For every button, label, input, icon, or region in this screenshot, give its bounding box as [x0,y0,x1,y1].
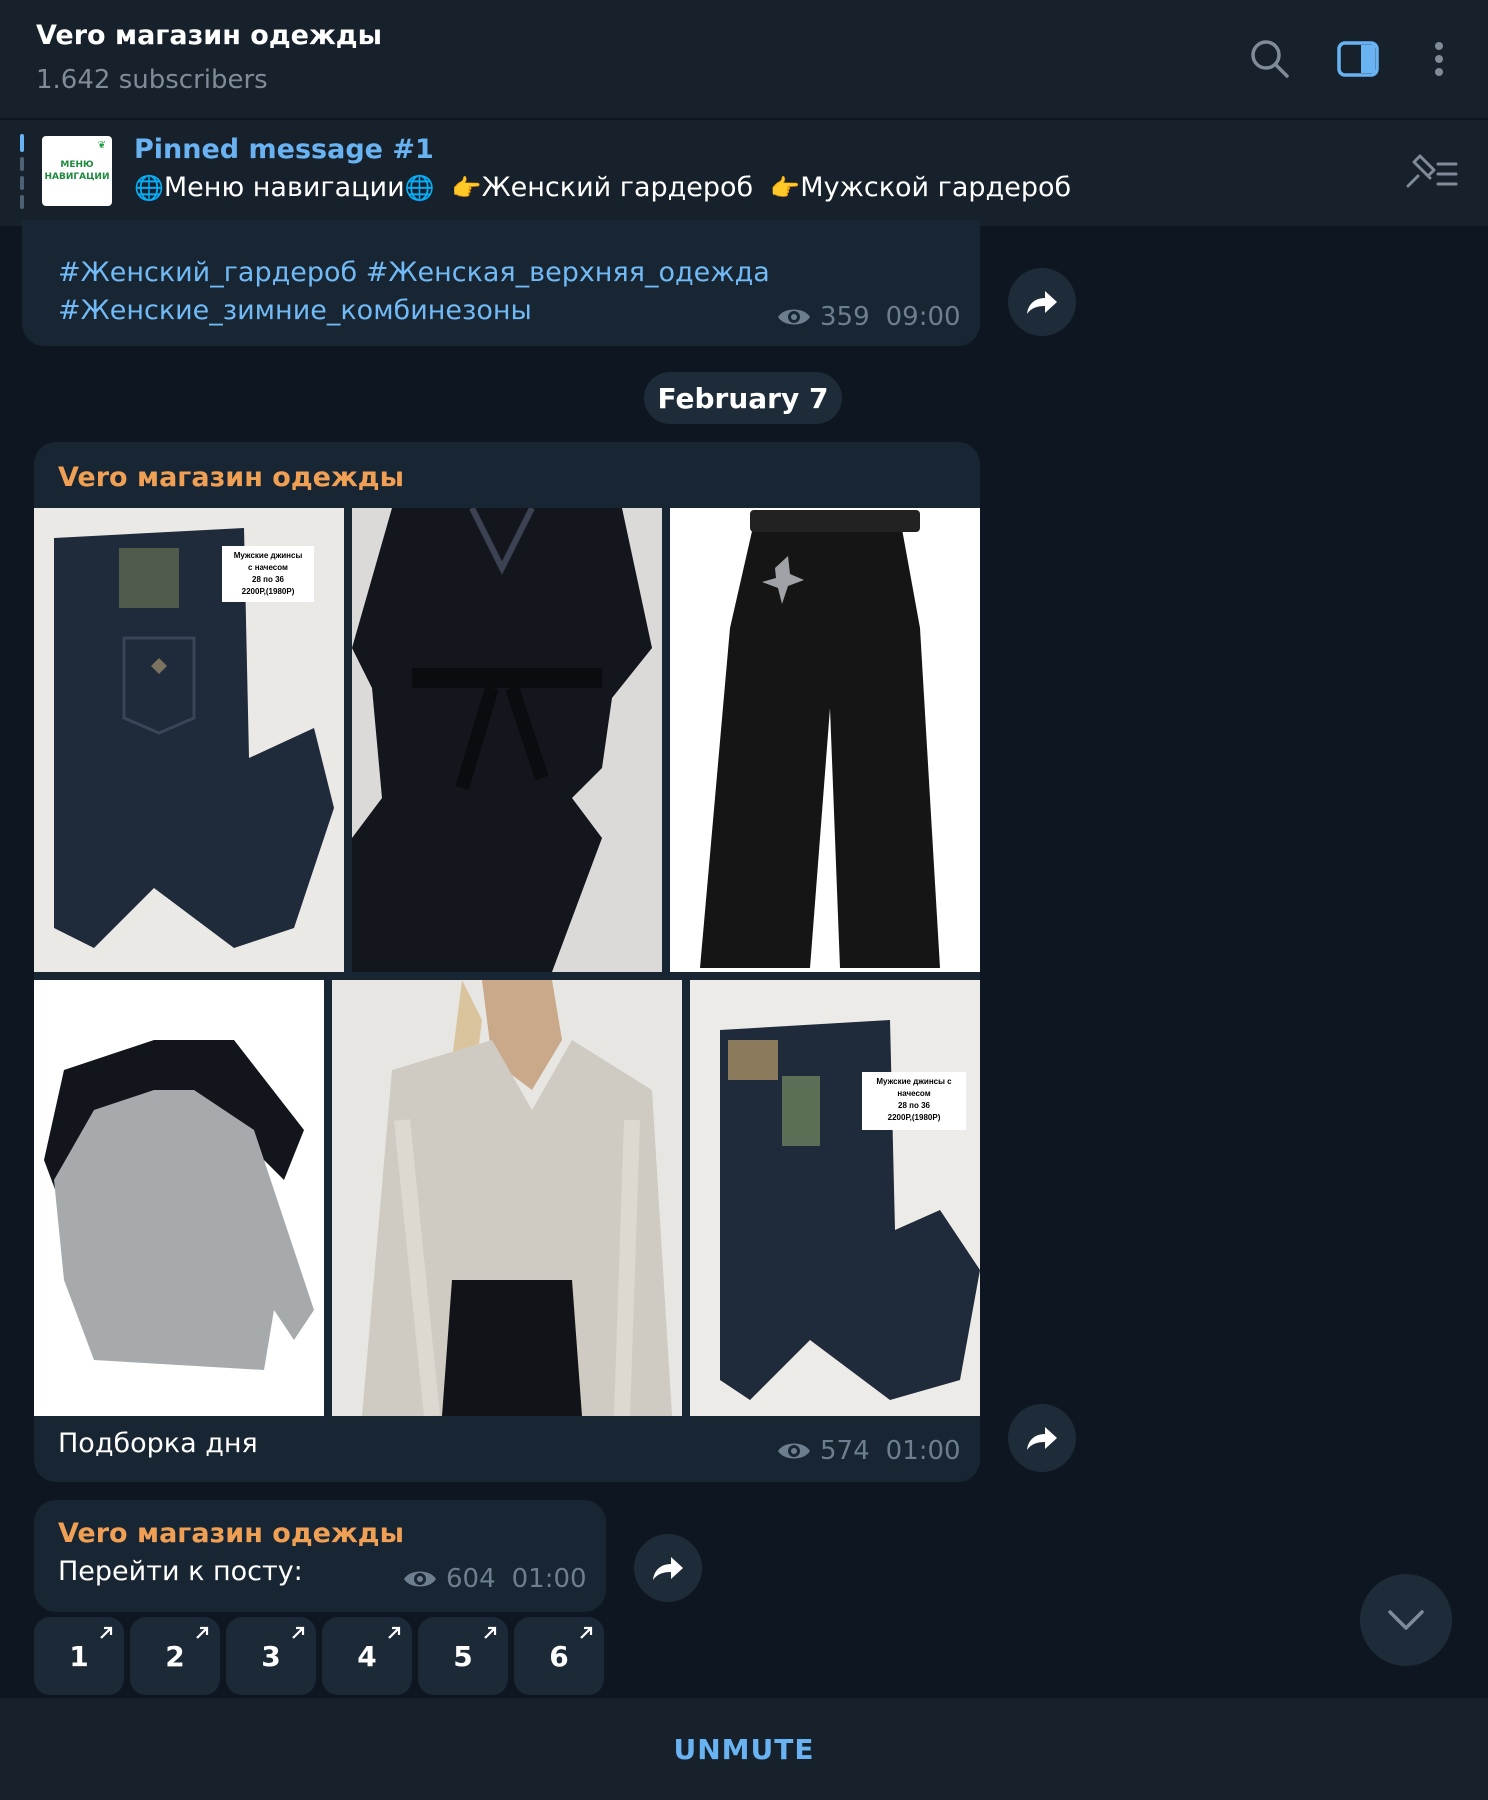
external-link-icon [388,1626,401,1639]
pinned-men-text: Мужской гардероб [800,172,1072,203]
sweaters-photo[interactable] [34,980,324,1416]
more-vertical-icon[interactable] [1416,36,1462,82]
thumb-text-2: НАВИГАЦИИ [44,172,110,182]
album-caption: Подборка дня [58,1428,258,1459]
pinned-list-icon[interactable] [1400,148,1460,198]
view-count: 359 [820,302,870,332]
leaf-icon: ❦ [97,140,106,151]
post-button-4[interactable]: 4 [322,1617,412,1695]
hashtag-line[interactable]: #Женские_зимние_комбинезоны [58,292,770,330]
message-time: 01:00 [885,1436,961,1466]
pinned-menu-text: Меню навигации [163,172,405,203]
view-count: 604 [446,1564,496,1594]
sequin-shirt-photo[interactable] [332,980,682,1416]
post-link-text: Перейти к посту: [58,1556,303,1587]
pinned-indicator [20,134,24,212]
inline-keyboard: 1 2 3 4 5 6 [34,1617,604,1695]
photo-tag-text: 2200Р,(1980Р) [888,1113,941,1122]
unmute-button[interactable]: UNMUTE [674,1733,815,1766]
share-arrow-icon [1027,291,1057,314]
chevron-down-icon [1388,1610,1424,1630]
share-button[interactable] [1008,268,1076,336]
pinned-women-text: Женский гардероб [481,172,754,203]
post-button-6[interactable]: 6 [514,1617,604,1695]
external-link-icon [196,1626,209,1639]
thumb-text-1: МЕНЮ [60,160,94,170]
eye-icon [404,1571,436,1587]
pointing-hand-icon: 👉 [770,174,801,202]
post-button-2[interactable]: 2 [130,1617,220,1695]
button-label: 1 [69,1639,89,1673]
men-jeans-photo[interactable]: Мужские джинсы с начесом 28 по 36 2200Р,… [34,508,344,972]
globe-icon: 🌐 [134,174,164,202]
message-meta: 574 01:00 [776,1436,961,1466]
search-icon[interactable] [1247,36,1293,82]
post-link-message[interactable]: Vero магазин одежды Перейти к посту: 604… [34,1500,606,1612]
button-label: 6 [549,1639,569,1673]
photo-tag-text: с начесом [248,563,288,572]
pinned-message-bar[interactable]: ❦ МЕНЮ НАВИГАЦИИ Pinned message #1 🌐Меню… [0,120,1488,226]
button-label: 5 [453,1639,473,1673]
eye-icon [778,309,810,325]
external-link-icon [292,1626,305,1639]
album-message[interactable]: Vero магазин одежды Мужские джинсы с нач… [34,442,980,1482]
share-button[interactable] [634,1534,702,1602]
channel-title[interactable]: Vero магазин одежды [36,20,382,51]
post-button-1[interactable]: 1 [34,1617,124,1695]
pinned-text: 🌐Меню навигации🌐 👉Женский гардероб 👉Мужс… [134,172,1071,203]
photo-tag-text: начесом [897,1089,930,1098]
photo-tag-text: 28 по 36 [252,575,285,584]
eye-icon [778,1443,810,1459]
message-time: 01:00 [511,1564,587,1594]
view-count: 574 [820,1436,870,1466]
pinned-title: Pinned message #1 [134,134,434,165]
scroll-down-button[interactable] [1360,1574,1452,1666]
bottom-bar: UNMUTE [0,1698,1488,1800]
share-arrow-icon [1027,1427,1057,1450]
button-label: 3 [261,1639,281,1673]
subscriber-count: 1.642 subscribers [36,65,268,95]
button-label: 4 [357,1639,377,1673]
date-separator: February 7 [644,372,842,424]
photo-tag-text: Мужские джинсы [234,551,303,560]
external-link-icon [100,1626,113,1639]
message-time: 09:00 [885,302,961,332]
share-button[interactable] [1008,1404,1076,1472]
men-jeans-photo-2[interactable]: Мужские джинсы с начесом 28 по 36 2200Р,… [690,980,980,1416]
pinned-thumbnail: ❦ МЕНЮ НАВИГАЦИИ [42,136,112,206]
post-button-5[interactable]: 5 [418,1617,508,1695]
chat-header: Vero магазин одежды 1.642 subscribers [0,0,1488,118]
photo-tag-text: Мужские джинсы с [876,1077,952,1086]
external-link-icon [484,1626,497,1639]
message-meta: 359 09:00 [776,302,961,332]
sidebar-toggle-icon[interactable] [1335,36,1381,82]
black-trousers-photo[interactable] [670,508,980,972]
message-meta: 604 01:00 [402,1564,587,1594]
pointing-hand-icon: 👉 [451,174,482,202]
sender-name[interactable]: Vero магазин одежды [58,1518,404,1549]
external-link-icon [580,1626,593,1639]
photo-tag-text: 2200Р,(1980Р) [242,587,295,596]
hashtags: #Женский_гардероб #Женская_верхняя_одежд… [58,254,770,330]
button-label: 2 [165,1639,185,1673]
globe-icon: 🌐 [404,174,435,202]
black-blouse-photo[interactable] [352,508,662,972]
message-bubble[interactable]: #Женский_гардероб #Женская_верхняя_одежд… [22,220,980,346]
photo-tag-text: 28 по 36 [898,1101,931,1110]
share-arrow-icon [653,1557,683,1580]
post-button-3[interactable]: 3 [226,1617,316,1695]
hashtag-line[interactable]: #Женский_гардероб #Женская_верхняя_одежд… [58,254,770,292]
sender-name[interactable]: Vero магазин одежды [58,462,404,493]
